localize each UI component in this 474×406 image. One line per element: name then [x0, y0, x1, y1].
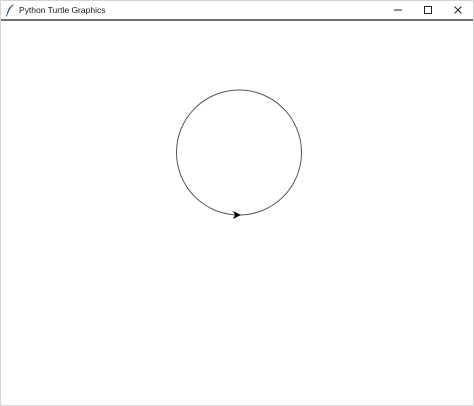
title-bar[interactable]: Python Turtle Graphics [1, 1, 473, 19]
maximize-icon [423, 5, 433, 15]
maximize-button[interactable] [413, 1, 443, 19]
feather-icon [3, 3, 17, 17]
drawn-circle [176, 89, 302, 216]
close-button[interactable] [443, 1, 473, 19]
close-icon [453, 5, 463, 15]
drawing-surface [176, 89, 302, 219]
window-title: Python Turtle Graphics [19, 5, 106, 15]
window-controls [383, 1, 473, 19]
minimize-icon [393, 5, 403, 15]
minimize-button[interactable] [383, 1, 413, 19]
turtle-window: Python Turtle Graphics [0, 0, 474, 406]
turtle-canvas[interactable] [1, 21, 473, 405]
